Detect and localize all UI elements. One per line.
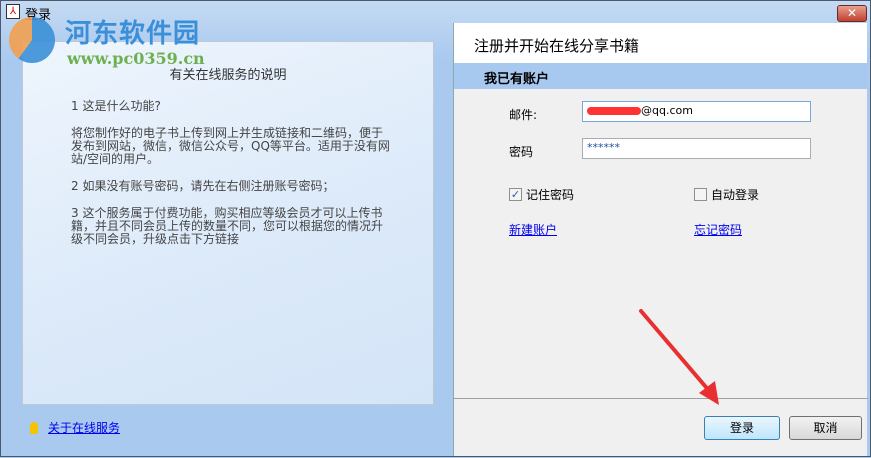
password-input[interactable]: ****** bbox=[582, 138, 811, 159]
forgot-password-link[interactable]: 忘记密码 bbox=[694, 221, 742, 238]
section-header: 我已有账户 bbox=[454, 63, 867, 89]
info-title: 有关在线服务的说明 bbox=[169, 68, 287, 83]
lightbulb-icon bbox=[30, 421, 38, 434]
info-text: 1 这是什么功能? 将您制作好的电子书上传到网上并生成链接和二维码，便于发布到网… bbox=[71, 100, 391, 260]
login-panel: 注册并开始在线分享书籍 我已有账户 邮件: @qq.com 密码 ****** … bbox=[453, 23, 868, 456]
app-icon: ⅄ bbox=[6, 4, 20, 19]
close-button[interactable]: ✕ bbox=[837, 5, 867, 22]
remember-password-checkbox[interactable]: ✓ 记住密码 bbox=[509, 186, 574, 203]
auto-login-label: 自动登录 bbox=[711, 188, 760, 202]
remember-label: 记住密码 bbox=[526, 188, 575, 202]
info-paragraph: 2 如果没有账号密码，请先在右侧注册账号密码； bbox=[71, 179, 335, 193]
info-paragraph: 1 这是什么功能? bbox=[71, 99, 161, 113]
info-panel: 有关在线服务的说明 1 这是什么功能? 将您制作好的电子书上传到网上并生成链接和… bbox=[2, 23, 452, 456]
cancel-button[interactable]: 取消 bbox=[789, 416, 862, 440]
login-window: ⅄ 登录 ✕ 有关在线服务的说明 1 这是什么功能? 将您制作好的电子书上传到网… bbox=[0, 0, 871, 457]
info-paragraph: 3 这个服务属于付费功能，购买相应等级会员才可以上传书籍，并且不同会员上传的数量… bbox=[71, 206, 384, 246]
info-box: 有关在线服务的说明 1 这是什么功能? 将您制作好的电子书上传到网上并生成链接和… bbox=[22, 41, 434, 405]
window-title: 登录 bbox=[25, 8, 52, 23]
email-input[interactable]: @qq.com bbox=[582, 101, 811, 122]
about-row: 关于在线服务 bbox=[30, 419, 120, 436]
checkbox-checked-icon: ✓ bbox=[509, 188, 522, 201]
title-bar: ⅄ 登录 ✕ bbox=[1, 1, 870, 23]
password-label: 密码 bbox=[509, 145, 534, 159]
divider bbox=[454, 398, 868, 399]
checkbox-unchecked-icon bbox=[694, 188, 707, 201]
redaction-mark bbox=[587, 107, 641, 115]
about-online-service-link[interactable]: 关于在线服务 bbox=[48, 419, 120, 436]
new-account-link[interactable]: 新建账户 bbox=[509, 221, 557, 238]
panel-header: 注册并开始在线分享书籍 bbox=[454, 23, 867, 63]
info-paragraph: 将您制作好的电子书上传到网上并生成链接和二维码，便于发布到网站，微信，微信公众号… bbox=[71, 126, 390, 166]
email-label: 邮件: bbox=[509, 108, 538, 122]
email-value: @qq.com bbox=[641, 104, 693, 117]
auto-login-checkbox[interactable]: 自动登录 bbox=[694, 186, 759, 203]
login-button[interactable]: 登录 bbox=[704, 416, 780, 440]
